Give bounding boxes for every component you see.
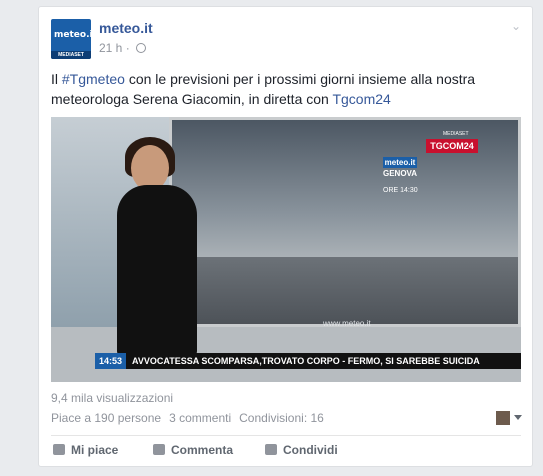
like-button[interactable]: Mi piace <box>53 443 118 457</box>
city-tag: GENOVA <box>383 169 418 178</box>
post-meta: 21 h · <box>99 41 147 55</box>
comment-icon <box>153 444 165 455</box>
share-icon <box>265 444 277 455</box>
hashtag-link[interactable]: #Tgmeteo <box>62 71 125 87</box>
views-count[interactable]: 9,4 mila visualizzazioni <box>51 391 173 405</box>
shares-count[interactable]: Condivisioni: 16 <box>239 411 324 425</box>
post-header: meteo.it MEDIASET meteo.it 21 h · ⌄ <box>51 19 521 63</box>
time-tag: ORE 14:30 <box>383 187 418 194</box>
video-watermark: www.meteo.it <box>323 319 371 328</box>
thumbs-up-icon <box>53 444 65 455</box>
tgcom24-logo: TGCOM24 <box>426 139 478 153</box>
page-avatar[interactable]: meteo.it MEDIASET <box>51 19 91 59</box>
logo-subtext: MEDIASET <box>51 51 91 59</box>
comments-count[interactable]: 3 commenti <box>169 411 231 425</box>
page-name[interactable]: meteo.it <box>99 20 153 36</box>
post-text-prefix: Il <box>51 71 62 87</box>
likes-count[interactable]: Piace a 190 persone <box>51 411 161 425</box>
post-card: meteo.it MEDIASET meteo.it 21 h · ⌄ Il #… <box>38 6 533 467</box>
comment-label: Commenta <box>171 443 234 457</box>
like-label: Mi piace <box>71 443 119 457</box>
share-label: Condividi <box>283 443 338 457</box>
video-player[interactable]: MEDIASET TGCOM24 meteo.it GENOVA ORE 14:… <box>51 117 521 382</box>
ticker-text: AVVOCATESSA SCOMPARSA,TROVATO CORPO - FE… <box>132 356 480 366</box>
globe-icon <box>136 43 147 53</box>
engagement-stats: Piace a 190 persone 3 commenti Condivision… <box>51 411 521 425</box>
divider <box>51 435 521 436</box>
comment-button[interactable]: Commenta <box>153 443 233 457</box>
mention-link[interactable]: Tgcom24 <box>332 91 390 107</box>
presenter-figure <box>117 185 197 357</box>
ticker-time: 14:53 <box>95 353 127 369</box>
post-timestamp[interactable]: 21 h <box>99 41 122 55</box>
logo-text: meteo.it <box>54 30 91 40</box>
tg-top-label: MEDIASET <box>443 131 469 137</box>
viewer-avatar[interactable] <box>496 411 510 425</box>
chevron-down-icon[interactable]: ⌄ <box>511 19 521 33</box>
caret-down-icon[interactable] <box>514 415 522 420</box>
share-button[interactable]: Condividi <box>265 443 338 457</box>
meteo-tag: meteo.it <box>383 157 417 168</box>
post-text: Il #Tgmeteo con le previsioni per i pros… <box>51 69 521 109</box>
action-bar: Mi piace Commenta Condividi <box>51 443 521 463</box>
news-ticker: 14:53 AVVOCATESSA SCOMPARSA,TROVATO CORPO… <box>95 353 521 369</box>
